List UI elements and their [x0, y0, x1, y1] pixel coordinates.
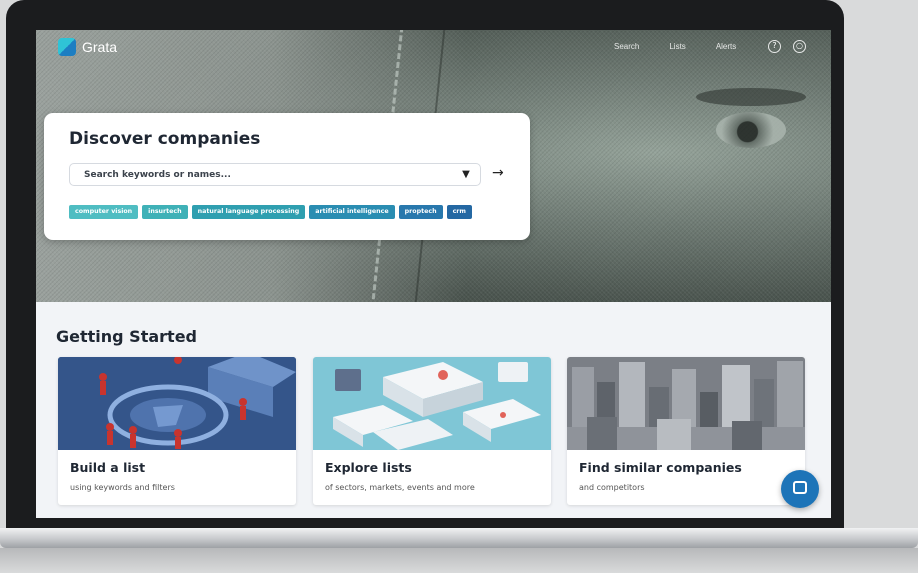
portrait-brow: [696, 88, 806, 106]
top-nav: Grata Search Lists Alerts ? ○: [36, 30, 831, 66]
getting-started-section: Getting Started Build a list using keywo…: [36, 302, 831, 518]
laptop-shadow: [0, 548, 918, 573]
tag-insurtech[interactable]: insurtech: [142, 205, 188, 219]
card-subtitle: using keywords and filters: [70, 483, 175, 492]
tag-proptech[interactable]: proptech: [398, 205, 443, 219]
tag-crm[interactable]: crm: [446, 205, 472, 219]
chat-button[interactable]: [781, 470, 819, 508]
search-title: Discover companies: [69, 129, 261, 149]
tag-list: computer vision insurtech natural langua…: [69, 205, 472, 219]
laptop-base: [0, 528, 918, 548]
hero-banner: Grata Search Lists Alerts ? ○ Discover c…: [36, 30, 831, 302]
build-list-illustration: [58, 357, 296, 450]
portrait-eye: [716, 112, 786, 148]
card-title: Build a list: [70, 460, 146, 475]
account-icon[interactable]: ○: [793, 40, 806, 53]
tag-artificial-intelligence[interactable]: artificial intelligence: [309, 205, 395, 219]
card-title: Explore lists: [325, 460, 412, 475]
arrow-right-icon[interactable]: →: [492, 165, 504, 181]
section-title: Getting Started: [56, 327, 197, 346]
card-build-list[interactable]: Build a list using keywords and filters: [58, 357, 296, 505]
tag-natural-language-processing[interactable]: natural language processing: [191, 205, 306, 219]
app-screen: Grata Search Lists Alerts ? ○ Discover c…: [36, 30, 831, 518]
logo-text: Grata: [82, 39, 118, 55]
help-icon[interactable]: ?: [768, 40, 781, 53]
search-input[interactable]: [82, 168, 446, 181]
search-box: ▼: [69, 163, 481, 186]
nav-link-alerts[interactable]: Alerts: [716, 42, 736, 51]
tag-computer-vision[interactable]: computer vision: [69, 205, 139, 219]
card-explore-lists[interactable]: Explore lists of sectors, markets, event…: [313, 357, 551, 505]
logo[interactable]: Grata: [58, 38, 117, 56]
grata-logo-icon: [58, 38, 76, 56]
filter-icon[interactable]: ▼: [460, 169, 472, 181]
chat-icon: [793, 481, 807, 494]
card-subtitle: of sectors, markets, events and more: [325, 483, 475, 492]
card-title: Find similar companies: [579, 460, 742, 475]
laptop-lid: Grata Search Lists Alerts ? ○ Discover c…: [6, 0, 844, 540]
explore-lists-illustration: [313, 357, 551, 450]
nav-link-lists[interactable]: Lists: [669, 42, 685, 51]
card-subtitle: and competitors: [579, 483, 645, 492]
search-card: Discover companies ▼ → computer vision i…: [44, 113, 530, 240]
nav-links: Search Lists Alerts: [614, 42, 736, 51]
nav-link-search[interactable]: Search: [614, 42, 639, 51]
find-similar-illustration: [567, 357, 805, 450]
card-find-similar[interactable]: Find similar companies and competitors: [567, 357, 805, 505]
